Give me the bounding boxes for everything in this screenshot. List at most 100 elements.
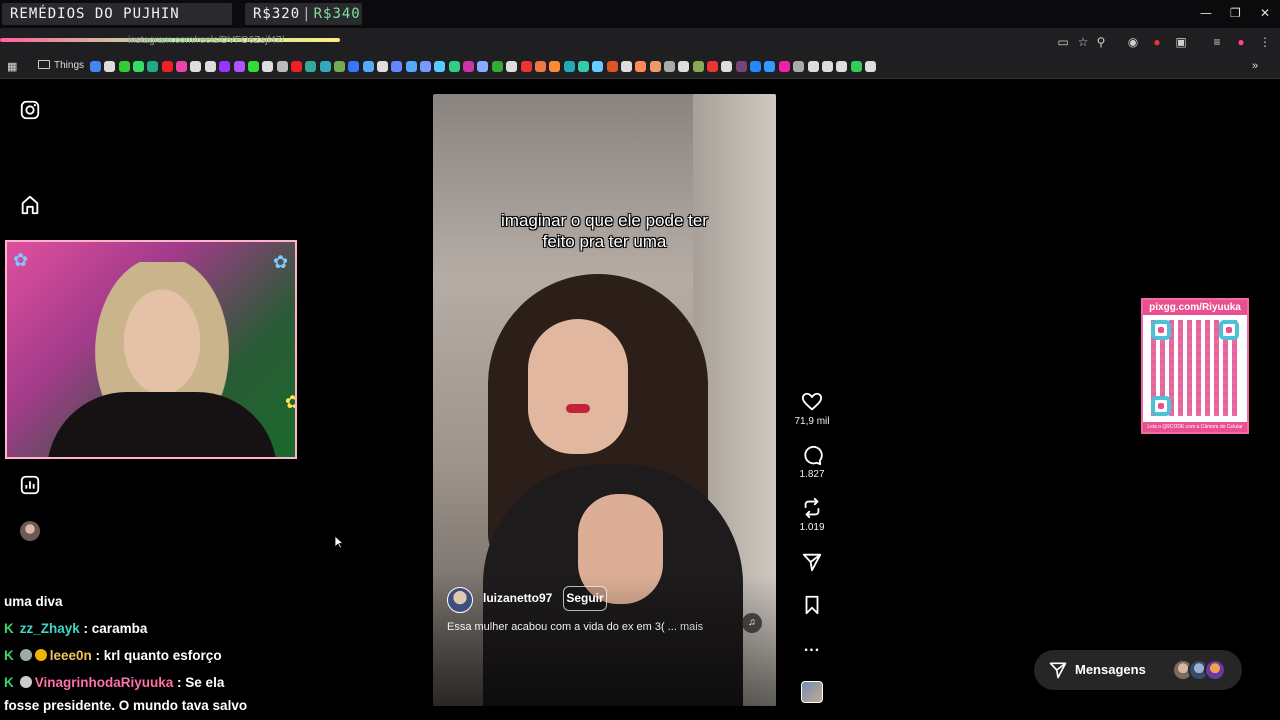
bookmark-favicon-icon[interactable]: [104, 61, 116, 72]
dashboard-icon[interactable]: [19, 474, 41, 496]
bookmark-favicon-icon[interactable]: [678, 61, 690, 72]
profile-avatar[interactable]: [20, 521, 40, 541]
bookmark-star-icon[interactable]: ☆: [1076, 35, 1090, 49]
bookmark-favicon-icon[interactable]: [764, 61, 776, 72]
bookmark-favicon-icon[interactable]: [577, 61, 589, 72]
bookmark-favicon-icon[interactable]: [319, 61, 331, 72]
bookmark-favicon-icon[interactable]: [448, 61, 460, 72]
bookmark-favicon-icon[interactable]: [592, 61, 604, 72]
bookmark-favicon-icon[interactable]: [247, 61, 259, 72]
more-options-button[interactable]: ...: [792, 638, 832, 656]
bookmark-favicon-icon[interactable]: [836, 61, 848, 72]
bookmark-folder-things[interactable]: Things: [38, 60, 84, 71]
adblock-icon[interactable]: ●: [1150, 35, 1164, 49]
bookmark-favicon-icon[interactable]: [563, 61, 575, 72]
cast-icon[interactable]: ▭: [1056, 35, 1070, 49]
bookmark-favicon-icon[interactable]: [864, 61, 876, 72]
author-username[interactable]: luizanetto97: [483, 591, 552, 605]
bookmark-favicon-icon[interactable]: [721, 61, 733, 72]
bookmark-favicon-icon[interactable]: [190, 61, 202, 72]
bookmark-favicon-icon[interactable]: [506, 61, 518, 72]
bookmark-favicon-icon[interactable]: [348, 61, 360, 72]
reel-video[interactable]: imaginar o que ele pode ter feito pra te…: [433, 94, 776, 706]
bookmark-favicon-icon[interactable]: [463, 61, 475, 72]
bookmark-favicon-icon[interactable]: [649, 61, 661, 72]
bookmark-favicon-icon[interactable]: [850, 61, 862, 72]
chat-continuation: fosse presidente. O mundo tava salvo: [4, 698, 248, 713]
bookmark-favicon-icon[interactable]: [778, 61, 790, 72]
bookmark-favicon-icon[interactable]: [391, 61, 403, 72]
bookmark-favicon-icon[interactable]: [362, 61, 374, 72]
more-link[interactable]: mais: [680, 621, 703, 633]
video-description[interactable]: Essa mulher acabou com a vida do ex em 3…: [447, 621, 703, 633]
bookmark-favicon-icon[interactable]: [420, 61, 432, 72]
bookmark-favicon-icon[interactable]: [491, 61, 503, 72]
bookmark-favicon-icon[interactable]: [118, 61, 130, 72]
bookmark-favicon-icon[interactable]: [147, 61, 159, 72]
profile-icon[interactable]: ●: [1234, 35, 1248, 49]
restore-icon[interactable]: ❐: [1230, 6, 1241, 20]
apps-grid-icon[interactable]: ▦: [7, 60, 17, 73]
repost-button[interactable]: 1.019: [792, 497, 832, 533]
bookmark-favicon-icon[interactable]: [333, 61, 345, 72]
qr-footer: Leia o QRCODE com a Câmera do Celular: [1143, 422, 1247, 432]
more-bookmarks-icon[interactable]: »: [1252, 60, 1258, 72]
bookmark-favicon-icon[interactable]: [735, 61, 747, 72]
minimize-icon[interactable]: —: [1200, 6, 1212, 20]
bookmark-favicon-icon[interactable]: [793, 61, 805, 72]
save-button[interactable]: [792, 594, 832, 616]
bookmark-favicon-icon[interactable]: [405, 61, 417, 72]
bookmark-favicon-icon[interactable]: [520, 61, 532, 72]
bookmark-favicon-icon[interactable]: [635, 61, 647, 72]
bookmark-favicon-icon[interactable]: [750, 61, 762, 72]
bookmark-favicon-icon[interactable]: [434, 61, 446, 72]
share-button[interactable]: [792, 551, 832, 573]
bookmark-favicon-icon[interactable]: [807, 61, 819, 72]
like-button[interactable]: 71,9 mil: [792, 391, 832, 427]
messages-panel[interactable]: Mensagens: [1034, 650, 1242, 690]
bookmark-favicon-icon[interactable]: [692, 61, 704, 72]
mod-badge-icon: [19, 649, 32, 661]
bookmark-favicon-icon[interactable]: [606, 61, 618, 72]
bookmark-favicon-icon[interactable]: [262, 61, 274, 72]
bookmark-favicon-icon[interactable]: [204, 61, 216, 72]
bookmarks-bar: ▦ Things »: [0, 55, 1280, 79]
bookmark-favicon-icon[interactable]: [821, 61, 833, 72]
bookmark-favicon-icon[interactable]: [549, 61, 561, 72]
follow-button[interactable]: Seguir: [563, 586, 607, 611]
bookmark-favicon-icon[interactable]: [534, 61, 546, 72]
qr-code: [1151, 320, 1239, 416]
instagram-logo-icon[interactable]: [19, 99, 41, 121]
bookmark-favicon-icon[interactable]: [664, 61, 675, 72]
bookmark-favicon-icon[interactable]: [477, 61, 489, 72]
bookmark-favicon-icon[interactable]: [305, 61, 317, 72]
browser-menu-icon[interactable]: ⋮: [1258, 35, 1272, 49]
bookmark-favicon-icon[interactable]: [90, 61, 101, 72]
bookmark-favicon-icon[interactable]: [233, 61, 245, 72]
bookmark-favicon-icon[interactable]: [161, 61, 173, 72]
bookmark-favicon-icon[interactable]: [133, 61, 145, 72]
bookmark-favicon-icon[interactable]: [276, 61, 288, 72]
chat-text: : caramba: [83, 621, 148, 636]
reading-list-icon[interactable]: ≡: [1210, 35, 1224, 49]
bookmark-favicon-icon[interactable]: [176, 61, 188, 72]
bookmark-favicon-icon[interactable]: [219, 61, 231, 72]
extensions-puzzle-icon[interactable]: ▣: [1174, 35, 1188, 49]
bookmark-favicon-icon[interactable]: [290, 61, 302, 72]
extension-icon[interactable]: ◉: [1126, 35, 1140, 49]
bookmark-favicon-icon[interactable]: [620, 61, 632, 72]
bookmark-favicon-icon[interactable]: [377, 61, 388, 72]
url-field[interactable]: instagram.com/reels/DVFO6Zsjf47/: [128, 35, 284, 46]
close-icon[interactable]: ✕: [1260, 6, 1270, 20]
chat-username: VinagrinhodaRiyuuka: [34, 675, 174, 690]
home-icon[interactable]: [19, 194, 41, 216]
bookmark-favicon-icon[interactable]: [707, 61, 719, 72]
audio-thumbnail[interactable]: [801, 681, 823, 703]
comment-button[interactable]: 1.827: [792, 444, 832, 480]
caption-line-2: feito pra ter uma: [542, 232, 667, 251]
author-avatar[interactable]: [447, 587, 473, 613]
audio-toggle-icon[interactable]: ♫: [742, 613, 762, 633]
share-icon: [802, 553, 822, 572]
mouse-cursor-icon: [334, 535, 344, 549]
zoom-icon[interactable]: ⚲: [1094, 35, 1108, 49]
